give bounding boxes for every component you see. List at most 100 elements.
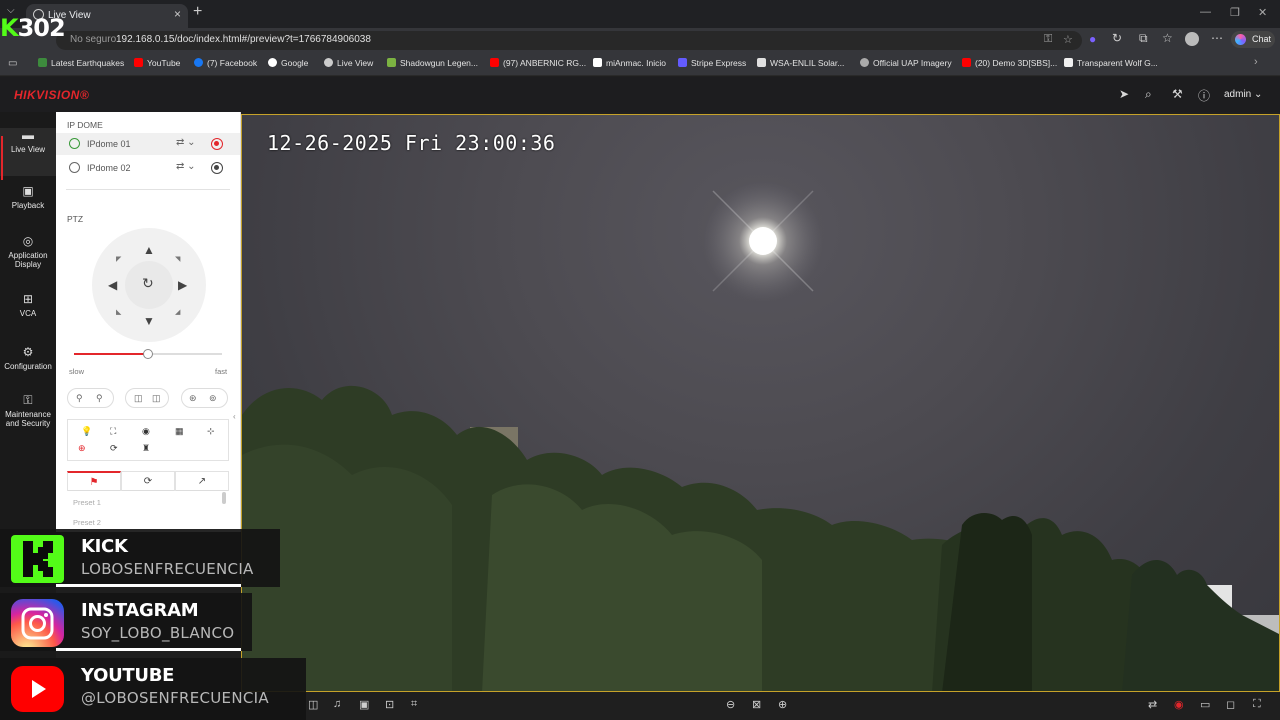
single-window-icon[interactable]: ◻	[1226, 698, 1235, 711]
nav-application-display[interactable]: ◎ Application Display	[0, 234, 56, 282]
wiper-icon[interactable]: ◉	[142, 426, 150, 437]
bookmark-favicon-icon	[678, 58, 687, 67]
camera-item[interactable]: IPdome 01 ⇄ ⌄	[56, 133, 240, 155]
bookmark-item[interactable]: Shadowgun Legen...	[387, 58, 478, 68]
bookmark-item[interactable]: (97) ANBERNIC RG...	[490, 58, 586, 68]
3d-position-icon[interactable]: ⛶	[110, 426, 116, 437]
new-tab-button[interactable]: +	[193, 3, 202, 21]
zoom-out-icon[interactable]: ⚲	[76, 393, 83, 404]
nav-configuration[interactable]: ⚙ Configuration	[0, 345, 56, 393]
info-icon[interactable]: ⓘ	[1198, 87, 1210, 104]
extensions-puzzle-icon[interactable]: ⧉	[1139, 31, 1148, 46]
record-all-icon[interactable]: ◉	[1174, 698, 1184, 711]
park-icon[interactable]: ♜	[142, 443, 150, 454]
ptz-down-left-arrow-icon[interactable]: ◣	[116, 307, 121, 319]
preset-item[interactable]: Preset 1	[73, 498, 101, 507]
stream-switch-icon[interactable]: ⇄	[1148, 698, 1157, 711]
zoom-control: ⚲ ⚲	[67, 388, 114, 408]
next-page-icon[interactable]: ⊕	[778, 698, 787, 711]
iris-close-icon[interactable]: ⊛	[189, 393, 197, 404]
camera-item[interactable]: IPdome 02 ⇄ ⌄	[56, 157, 240, 179]
stream-select-icon[interactable]: ⇄ ⌄	[176, 137, 196, 148]
ptz-up-right-arrow-icon[interactable]: ◥	[175, 254, 180, 266]
favorites-icon[interactable]: ☆	[1162, 31, 1173, 45]
bookmark-item[interactable]: YouTube	[134, 58, 180, 68]
bookmark-item[interactable]: Google	[268, 58, 308, 68]
layout-icon[interactable]: ▭	[1200, 698, 1210, 711]
zoom-area-icon[interactable]: ⊡	[385, 698, 394, 711]
grid-icon[interactable]: ▦	[175, 426, 184, 437]
bookmark-item[interactable]: miAnmac. Inicio	[593, 58, 666, 68]
extension-icon[interactable]: ●	[1089, 32, 1096, 46]
maximize-icon[interactable]: ❐	[1230, 6, 1240, 19]
previous-page-icon[interactable]: ⊖	[726, 698, 735, 711]
bookmark-item[interactable]: WSA-ENLIL Solar...	[757, 58, 844, 68]
tab-preset[interactable]: ⚑	[67, 471, 121, 491]
send-icon[interactable]: ➤	[1119, 87, 1129, 101]
profile-avatar-icon[interactable]	[1185, 32, 1199, 46]
nav-playback[interactable]: ▣ Playback	[0, 184, 56, 232]
bookmark-item[interactable]: Stripe Express	[678, 58, 746, 68]
instagram-logo-icon	[11, 599, 64, 647]
ptz-right-arrow-icon[interactable]: ▶	[178, 279, 187, 291]
key-icon[interactable]: ⚿	[1044, 33, 1052, 46]
fullscreen-area-icon[interactable]: ⌗	[411, 698, 417, 711]
record-icon[interactable]	[211, 162, 223, 174]
tools-icon[interactable]: ⚒	[1172, 87, 1183, 101]
minimize-icon[interactable]: —	[1200, 6, 1211, 18]
security-indicator[interactable]: No seguro	[70, 34, 116, 45]
bookmarks-overflow-chevron-icon[interactable]: ›	[1254, 56, 1258, 68]
fullscreen-icon[interactable]: ⛶	[1253, 698, 1261, 711]
bookmark-item[interactable]: Live View	[324, 58, 373, 68]
light-icon[interactable]: 💡	[81, 426, 92, 437]
nav-vca[interactable]: ⊞ VCA	[0, 292, 56, 340]
iris-open-icon[interactable]: ⊚	[209, 393, 217, 404]
user-menu[interactable]: admin ⌄	[1224, 89, 1262, 100]
ptz-up-left-arrow-icon[interactable]: ◤	[116, 254, 121, 266]
ptz-down-right-arrow-icon[interactable]: ◢	[175, 307, 180, 319]
refresh-extension-icon[interactable]: ↻	[1112, 31, 1122, 45]
ptz-up-arrow-icon[interactable]: ▲	[143, 244, 155, 256]
stop-all-icon[interactable]: ⊠	[752, 698, 761, 711]
camera-status-icon	[69, 162, 80, 173]
one-touch-focus-icon[interactable]: ⊹	[207, 426, 215, 437]
speed-slider-handle[interactable]	[143, 349, 153, 359]
tab-patrol[interactable]: ⟳	[121, 471, 175, 491]
sidepanel-icon[interactable]: ▭	[8, 58, 17, 69]
focus-far-icon[interactable]: ◫	[152, 393, 161, 404]
ptz-left-arrow-icon[interactable]: ◀	[108, 279, 117, 291]
bookmark-item[interactable]: Official UAP Imagery	[860, 58, 952, 68]
bookmark-item[interactable]: (7) Facebook	[194, 58, 257, 68]
stream-select-icon[interactable]: ⇄ ⌄	[176, 161, 196, 172]
audio-icon[interactable]: ♫	[333, 698, 341, 710]
live-video[interactable]: 12-26-2025 Fri 23:00:36	[241, 114, 1280, 692]
record-icon[interactable]	[211, 138, 223, 150]
preset-scrollbar[interactable]	[222, 492, 226, 504]
bookmark-item[interactable]: (20) Demo 3D[SBS]...	[962, 58, 1057, 68]
preset-item[interactable]: Preset 2	[73, 518, 101, 527]
bookmark-item[interactable]: Transparent Wolf G...	[1064, 58, 1158, 68]
nav-maintenance-security[interactable]: ⚿ Maintenance and Security	[0, 393, 56, 441]
nav-live-view[interactable]: ▬ Live View	[0, 128, 56, 180]
menu-dots-icon[interactable]: ⋯	[1211, 31, 1223, 45]
bookmark-item[interactable]: Latest Earthquakes	[38, 58, 124, 68]
bookmark-star-icon[interactable]: ☆	[1063, 33, 1073, 46]
zoom-search-icon[interactable]: ⊕	[78, 443, 86, 454]
url-text[interactable]: 192.168.0.15/doc/index.html#/preview?t=1…	[116, 34, 371, 45]
copilot-chat-button[interactable]: Chat	[1231, 31, 1275, 48]
image-icon[interactable]: ▣	[359, 698, 369, 711]
ptz-down-arrow-icon[interactable]: ▼	[143, 315, 155, 327]
auto-scan-icon[interactable]: ↻	[142, 276, 154, 290]
copilot-icon	[1235, 34, 1246, 45]
search-icon[interactable]: ⌕	[1145, 87, 1152, 102]
omnibox[interactable]: No seguro 192.168.0.15/doc/index.html#/p…	[56, 31, 1082, 50]
close-window-icon[interactable]: ✕	[1258, 6, 1267, 19]
zoom-in-icon[interactable]: ⚲	[96, 393, 103, 404]
focus-near-icon[interactable]: ◫	[134, 393, 143, 404]
ptz-direction-pad[interactable]: ▲ ▼ ◀ ▶ ◤ ◥ ◣ ◢ ↻	[92, 228, 206, 342]
collapse-panel-icon[interactable]: ‹	[233, 412, 236, 421]
tab-close-icon[interactable]: ×	[174, 7, 181, 21]
tab-pattern[interactable]: ↗	[175, 471, 229, 491]
reset-icon[interactable]: ⟳	[110, 443, 118, 454]
capture-icon[interactable]: ◫	[308, 698, 318, 711]
